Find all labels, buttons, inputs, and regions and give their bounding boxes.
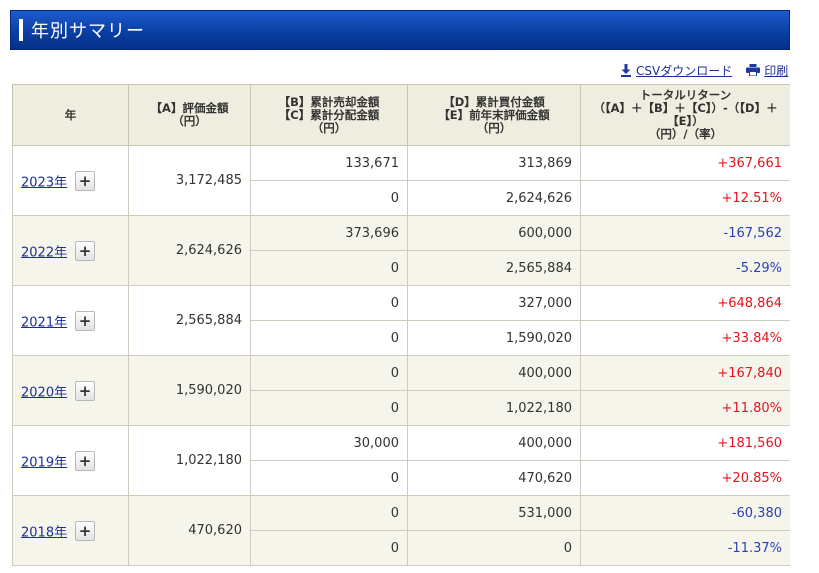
expand-button[interactable]: +: [75, 170, 96, 191]
expand-button[interactable]: +: [75, 240, 96, 261]
prior-year-valuation-cell: 2,624,626: [407, 180, 581, 216]
prior-year-valuation-cell: 2,565,884: [407, 250, 581, 286]
year-link[interactable]: 2023年: [21, 175, 67, 190]
table-header-row: 年 【A】評価金額 （円） 【B】累計売却金額 【C】累計分配金額 （円） 【D】累計…: [12, 84, 790, 146]
cumulative-dividend-cell: 0: [250, 390, 408, 426]
cumulative-dividend-cell: 0: [250, 180, 408, 216]
valuation-cell: 1,022,180: [128, 425, 251, 496]
cumulative-sales-cell: 0: [250, 355, 408, 391]
header-valuation: 【A】評価金額 （円）: [128, 84, 251, 146]
year-link[interactable]: 2022年: [21, 245, 67, 260]
printer-icon: [746, 64, 761, 76]
return-yen-cell: +181,560: [580, 425, 790, 461]
toolbar: CSVダウンロード 印刷: [620, 61, 790, 79]
cumulative-purchase-cell: 313,869: [407, 145, 581, 181]
csv-download-label: CSVダウンロード: [636, 63, 733, 78]
return-rate-cell: -11.37%: [580, 530, 790, 566]
cumulative-dividend-cell: 0: [250, 460, 408, 496]
year-link[interactable]: 2020年: [21, 385, 67, 400]
year-link[interactable]: 2018年: [21, 525, 67, 540]
title-accent-bar: [19, 19, 23, 41]
expand-button[interactable]: +: [75, 310, 96, 331]
year-link[interactable]: 2021年: [21, 315, 67, 330]
return-rate-cell: -5.29%: [580, 250, 790, 286]
cumulative-purchase-cell: 600,000: [407, 215, 581, 251]
print-label: 印刷: [764, 63, 789, 78]
valuation-cell: 1,590,020: [128, 355, 251, 426]
return-rate-cell: +12.51%: [580, 180, 790, 216]
cumulative-purchase-cell: 400,000: [407, 355, 581, 391]
return-rate-cell: +11.80%: [580, 390, 790, 426]
expand-button[interactable]: +: [75, 520, 96, 541]
cumulative-sales-cell: 133,671: [250, 145, 408, 181]
prior-year-valuation-cell: 470,620: [407, 460, 581, 496]
cumulative-sales-cell: 30,000: [250, 425, 408, 461]
year-cell: 2023年 +: [12, 145, 129, 216]
cumulative-dividend-cell: 0: [250, 320, 408, 356]
year-link[interactable]: 2019年: [21, 455, 67, 470]
return-yen-cell: -60,380: [580, 495, 790, 531]
cumulative-sales-cell: 373,696: [250, 215, 408, 251]
year-cell: 2021年 +: [12, 285, 129, 356]
cumulative-sales-cell: 0: [250, 495, 408, 531]
print-link[interactable]: 印刷: [746, 62, 788, 79]
return-yen-cell: -167,562: [580, 215, 790, 251]
prior-year-valuation-cell: 0: [407, 530, 581, 566]
expand-button[interactable]: +: [75, 380, 96, 401]
table-row: 2018年 +470,620 0 531,000 -60,380: [12, 495, 790, 566]
expand-button[interactable]: +: [75, 450, 96, 471]
prior-year-valuation-cell: 1,022,180: [407, 390, 581, 426]
valuation-cell: 470,620: [128, 495, 251, 566]
year-cell: 2019年 +: [12, 425, 129, 496]
cumulative-dividend-cell: 0: [250, 530, 408, 566]
table-row: 2020年 +1,590,020 0 400,000 +167,840: [12, 355, 790, 426]
table-row: 2019年 +1,022,180 30,000 400,000 +181,560: [12, 425, 790, 496]
return-rate-cell: +33.84%: [580, 320, 790, 356]
valuation-cell: 2,565,884: [128, 285, 251, 356]
csv-download-link[interactable]: CSVダウンロード: [620, 62, 732, 79]
cumulative-purchase-cell: 400,000: [407, 425, 581, 461]
year-cell: 2020年 +: [12, 355, 129, 426]
table-row: 2021年 +2,565,884 0 327,000 +648,864: [12, 285, 790, 356]
cumulative-sales-cell: 0: [250, 285, 408, 321]
valuation-cell: 2,624,626: [128, 215, 251, 286]
return-yen-cell: +648,864: [580, 285, 790, 321]
return-yen-cell: +367,661: [580, 145, 790, 181]
year-cell: 2018年 +: [12, 495, 129, 566]
table-row: 2022年 +2,624,626 373,696 600,000 -167,562: [12, 215, 790, 286]
header-sales-dividends: 【B】累計売却金額 【C】累計分配金額 （円）: [250, 84, 408, 146]
cumulative-purchase-cell: 327,000: [407, 285, 581, 321]
return-yen-cell: +167,840: [580, 355, 790, 391]
table-row: 2023年 +3,172,485 133,671 313,869 +367,661: [12, 145, 790, 216]
valuation-cell: 3,172,485: [128, 145, 251, 216]
prior-year-valuation-cell: 1,590,020: [407, 320, 581, 356]
return-rate-cell: +20.85%: [580, 460, 790, 496]
annual-summary-table-container: 年 【A】評価金額 （円） 【B】累計売却金額 【C】累計分配金額 （円） 【D】累計…: [12, 84, 790, 573]
download-icon: [621, 63, 631, 77]
header-purchase-prior-valuation: 【D】累計買付金額 【E】前年末評価金額 （円）: [407, 84, 581, 146]
cumulative-dividend-cell: 0: [250, 250, 408, 286]
header-year: 年: [12, 84, 129, 146]
page-title-bar: 年別サマリー: [10, 10, 790, 50]
year-cell: 2022年 +: [12, 215, 129, 286]
header-total-return: トータルリターン （【A】＋【B】＋【C】）-（【D】＋【E】） （円）/（率）: [580, 84, 790, 146]
annual-summary-table: 年 【A】評価金額 （円） 【B】累計売却金額 【C】累計分配金額 （円） 【D】累計…: [12, 84, 790, 566]
page-title: 年別サマリー: [31, 21, 145, 42]
cumulative-purchase-cell: 531,000: [407, 495, 581, 531]
